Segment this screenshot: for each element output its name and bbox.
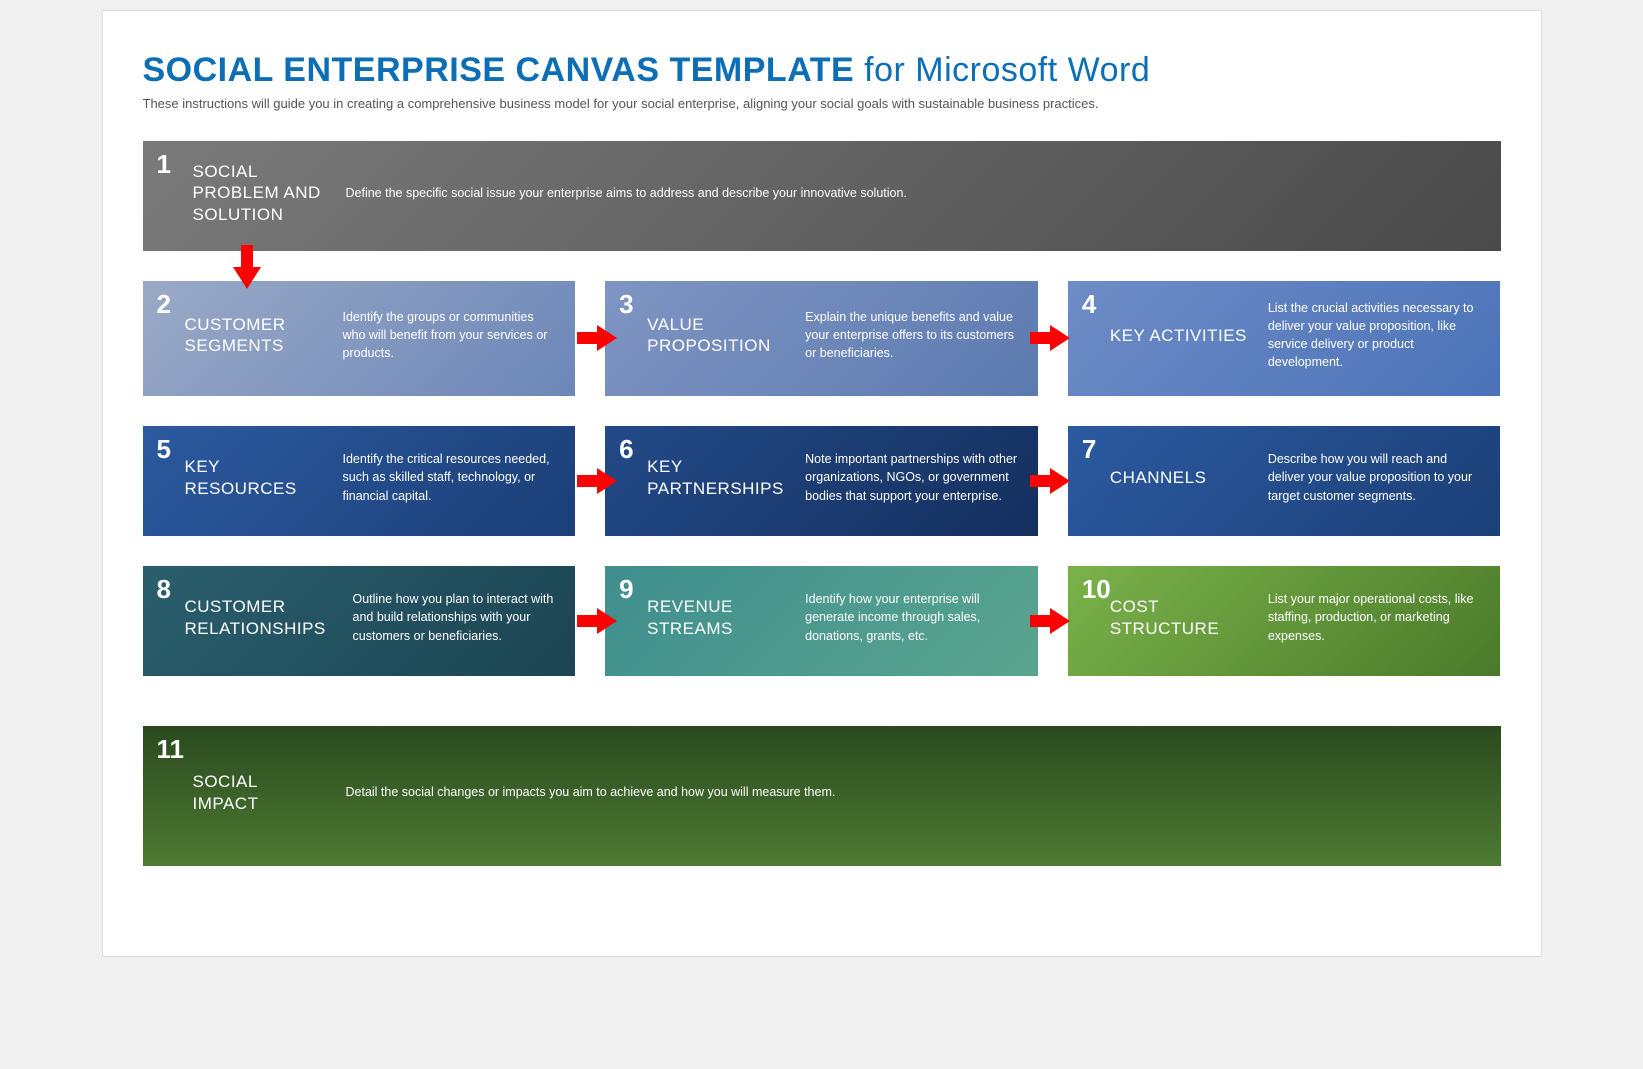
title-bold: SOCIAL ENTERPRISE CANVAS TEMPLATE [143,51,855,89]
card-number: 5 [157,434,171,465]
card-number: 8 [157,574,171,605]
card-desc: Outline how you plan to interact with an… [353,590,556,644]
card-channels: 7 CHANNELS Describe how you will reach a… [1068,426,1501,536]
card-desc: Identify the critical resources needed, … [343,450,556,504]
card-number: 6 [619,434,633,465]
card-social-impact: 11 SOCIAL IMPACT Detail the social chang… [143,726,1501,866]
arrow-right-icon [1030,468,1070,494]
card-desc: Describe how you will reach and deliver … [1268,450,1481,504]
card-title: SOCIAL IMPACT [193,771,328,814]
card-number: 1 [157,149,171,180]
arrow-right-icon [577,608,617,634]
card-number: 9 [619,574,633,605]
card-title: CHANNELS [1110,467,1250,488]
card-key-partnerships: 6 KEY PARTNERSHIPS Note important partne… [605,426,1038,536]
card-title: CUSTOMER RELATIONSHIPS [185,596,335,639]
card-number: 3 [619,289,633,320]
page-subtitle: These instructions will guide you in cre… [143,96,1501,111]
card-title: SOCIAL PROBLEM AND SOLUTION [193,161,328,225]
card-customer-relationships: 8 CUSTOMER RELATIONSHIPS Outline how you… [143,566,576,676]
card-number: 4 [1082,289,1096,320]
card-title: KEY ACTIVITIES [1110,325,1250,346]
card-revenue-streams: 9 REVENUE STREAMS Identify how your ente… [605,566,1038,676]
arrow-right-icon [1030,325,1070,351]
card-title: REVENUE STREAMS [647,596,787,639]
page-title: SOCIAL ENTERPRISE CANVAS TEMPLATE for Mi… [143,51,1501,90]
card-key-resources: 5 KEY RESOURCES Identify the critical re… [143,426,576,536]
card-number: 2 [157,289,171,320]
row-5-7: 5 KEY RESOURCES Identify the critical re… [143,426,1501,536]
card-title: CUSTOMER SEGMENTS [185,314,325,357]
arrow-down-icon [233,245,261,289]
arrow-right-icon [577,325,617,351]
card-value-proposition: 3 VALUE PROPOSITION Explain the unique b… [605,281,1038,396]
card-desc: Identify the groups or communities who w… [343,308,556,362]
card-desc: Explain the unique benefits and value yo… [805,308,1018,362]
arrow-right-icon [1030,608,1070,634]
card-desc: List the crucial activities necessary to… [1268,299,1481,372]
row-1: 1 SOCIAL PROBLEM AND SOLUTION Define the… [143,141,1501,251]
card-desc: Define the specific social issue your en… [346,184,1481,202]
card-title: KEY RESOURCES [185,456,325,499]
card-social-problem: 1 SOCIAL PROBLEM AND SOLUTION Define the… [143,141,1501,251]
title-thin: for Microsoft Word [854,51,1150,89]
card-customer-segments: 2 CUSTOMER SEGMENTS Identify the groups … [143,281,576,396]
card-title: KEY PARTNERSHIPS [647,456,787,499]
card-key-activities: 4 KEY ACTIVITIES List the crucial activi… [1068,281,1501,396]
arrow-right-icon [577,468,617,494]
row-8-10: 8 CUSTOMER RELATIONSHIPS Outline how you… [143,566,1501,676]
card-number: 7 [1082,434,1096,465]
row-11: 11 SOCIAL IMPACT Detail the social chang… [143,726,1501,866]
card-desc: Detail the social changes or impacts you… [346,783,1481,801]
card-cost-structure: 10 COST STRUCTURE List your major operat… [1068,566,1501,676]
row-2-4: 2 CUSTOMER SEGMENTS Identify the groups … [143,281,1501,396]
card-title: VALUE PROPOSITION [647,314,787,357]
card-number: 11 [157,734,185,765]
document-page: SOCIAL ENTERPRISE CANVAS TEMPLATE for Mi… [102,10,1542,957]
card-desc: List your major operational costs, like … [1268,590,1481,644]
card-title: COST STRUCTURE [1110,596,1250,639]
card-number: 10 [1082,574,1111,605]
card-desc: Identify how your enterprise will genera… [805,590,1018,644]
card-desc: Note important partnerships with other o… [805,450,1018,504]
